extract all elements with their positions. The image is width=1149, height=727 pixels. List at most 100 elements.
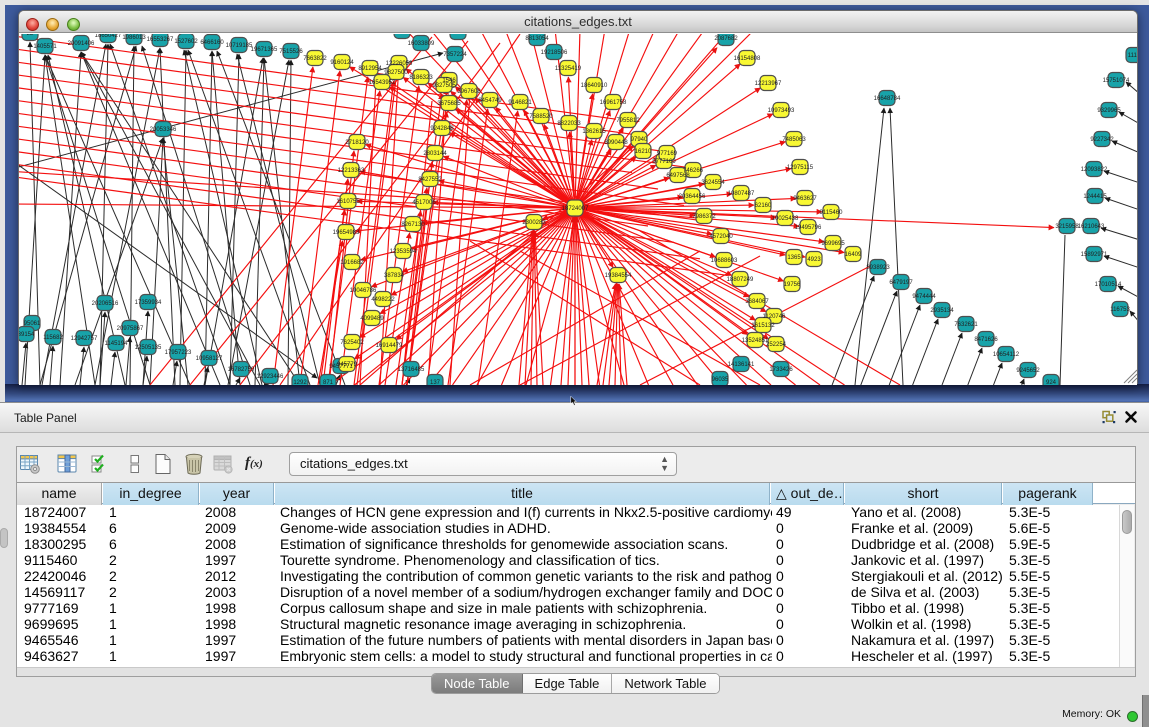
- svg-text:8990448: 8990448: [604, 140, 628, 146]
- svg-text:7955812: 7955812: [616, 118, 640, 124]
- svg-text:1986013: 1986013: [122, 35, 146, 41]
- svg-text:16782759: 16782759: [228, 367, 255, 373]
- svg-text:16154808: 16154808: [734, 56, 761, 62]
- svg-text:12923446: 12923446: [257, 374, 284, 380]
- svg-text:10025438: 10025438: [772, 216, 799, 222]
- svg-text:16553267: 16553267: [147, 37, 174, 43]
- svg-text:20053346: 20053346: [150, 127, 177, 133]
- svg-text:387834: 387834: [384, 273, 405, 279]
- svg-text:39154: 39154: [19, 332, 35, 338]
- svg-text:1120746: 1120746: [763, 314, 787, 320]
- svg-text:7588520: 7588520: [529, 114, 553, 120]
- svg-text:19671365: 19671365: [251, 47, 278, 53]
- svg-text:19756: 19756: [784, 282, 801, 288]
- svg-text:96035: 96035: [712, 377, 729, 383]
- svg-text:924: 924: [1046, 380, 1057, 385]
- svg-text:10688603: 10688603: [711, 258, 738, 264]
- svg-text:8471626: 8471626: [974, 337, 998, 343]
- svg-text:20206516: 20206516: [92, 301, 119, 307]
- svg-text:10973493: 10973493: [768, 108, 795, 114]
- svg-text:2718120: 2718120: [345, 140, 369, 146]
- svg-text:11325419: 11325419: [555, 66, 582, 72]
- svg-text:97940: 97940: [631, 137, 648, 143]
- svg-text:116753: 116753: [1110, 307, 1130, 313]
- svg-text:12213363: 12213363: [338, 168, 365, 174]
- svg-text:17010514: 17010514: [1095, 282, 1122, 288]
- svg-text:4923: 4923: [807, 257, 821, 263]
- svg-text:12505135: 12505135: [135, 345, 162, 351]
- svg-text:12942757: 12942757: [71, 336, 98, 342]
- svg-text:1610755: 1610755: [336, 199, 360, 205]
- svg-text:9227342: 9227342: [1090, 137, 1114, 143]
- svg-text:16210643: 16210643: [1078, 224, 1105, 230]
- svg-text:7485063: 7485063: [782, 137, 806, 143]
- svg-text:2803144: 2803144: [423, 151, 447, 157]
- svg-text:12975115: 12975115: [787, 165, 814, 171]
- svg-text:4498222: 4498222: [371, 297, 395, 303]
- svg-text:2935134: 2935134: [930, 308, 954, 314]
- svg-text:8454749: 8454749: [478, 98, 502, 104]
- svg-text:8822033: 8822033: [557, 121, 581, 127]
- svg-text:9463627: 9463627: [793, 196, 817, 202]
- svg-text:7515526: 7515526: [279, 49, 303, 55]
- svg-text:3215958: 3215958: [1055, 224, 1079, 230]
- svg-text:252254: 252254: [766, 342, 787, 348]
- svg-text:8427552: 8427552: [418, 177, 442, 183]
- svg-text:19384554: 19384554: [605, 273, 632, 279]
- svg-text:16409: 16409: [845, 252, 862, 258]
- svg-text:9474444: 9474444: [912, 294, 936, 300]
- svg-text:15892971: 15892971: [1081, 252, 1108, 258]
- svg-text:3684067: 3684067: [745, 299, 769, 305]
- svg-text:9327505: 9327505: [432, 83, 456, 89]
- svg-text:14136141: 14136141: [728, 362, 755, 368]
- svg-text:17359934: 17359934: [135, 300, 162, 306]
- svg-text:7357224: 7357224: [443, 52, 467, 58]
- svg-text:9699695: 9699695: [821, 241, 845, 247]
- svg-text:1405571: 1405571: [33, 44, 57, 50]
- svg-text:20975867: 20975867: [117, 326, 144, 332]
- svg-text:1527602: 1527602: [174, 39, 198, 45]
- svg-text:1916682: 1916682: [340, 260, 364, 266]
- svg-text:2087682: 2087682: [714, 36, 738, 42]
- svg-text:871: 871: [323, 380, 334, 385]
- svg-text:12213967: 12213967: [755, 81, 782, 87]
- svg-text:18724007: 18724007: [562, 206, 589, 212]
- svg-text:15751074: 15751074: [1103, 78, 1130, 84]
- svg-text:4099489: 4099489: [360, 316, 384, 322]
- svg-text:12226058: 12226058: [386, 61, 413, 67]
- svg-text:6466160: 6466160: [200, 40, 224, 46]
- svg-text:13524851: 13524851: [742, 338, 769, 344]
- svg-text:9115460: 9115460: [820, 210, 844, 216]
- svg-text:22: 22: [27, 34, 34, 37]
- svg-text:1244415: 1244415: [1083, 194, 1107, 200]
- svg-text:1615132: 1615132: [751, 323, 775, 329]
- svg-text:9146821: 9146821: [508, 100, 532, 106]
- svg-text:10046786: 10046786: [350, 288, 377, 294]
- svg-text:3675685: 3675685: [437, 101, 461, 107]
- svg-text:19495796: 19495796: [795, 225, 822, 231]
- svg-text:977169: 977169: [657, 151, 678, 157]
- svg-text:9329965: 9329965: [1097, 108, 1121, 114]
- svg-text:4517006: 4517006: [412, 200, 436, 206]
- svg-text:19218506: 19218506: [541, 50, 568, 56]
- svg-text:18640910: 18640910: [581, 83, 608, 89]
- svg-text:137: 137: [430, 380, 441, 385]
- svg-text:85637: 85637: [450, 34, 467, 36]
- svg-text:3624554: 3624554: [701, 180, 725, 186]
- svg-text:19654983: 19654983: [333, 230, 360, 236]
- svg-text:18650427: 18650427: [95, 34, 122, 39]
- svg-text:115682: 115682: [43, 335, 63, 341]
- svg-text:62160: 62160: [755, 203, 772, 209]
- svg-text:8813054: 8813054: [525, 36, 549, 42]
- svg-text:7625402: 7625402: [340, 340, 364, 346]
- svg-text:9827500: 9827500: [384, 70, 408, 76]
- svg-text:95061: 95061: [24, 321, 41, 327]
- svg-text:16543952: 16543952: [369, 80, 396, 86]
- svg-text:2300283: 2300283: [522, 220, 546, 226]
- svg-text:1603: 1603: [395, 34, 409, 35]
- svg-text:6497568: 6497568: [666, 173, 690, 179]
- svg-text:9160124: 9160124: [330, 60, 354, 66]
- svg-text:8912954: 8912954: [358, 66, 382, 72]
- svg-text:16914479: 16914479: [376, 343, 403, 349]
- svg-text:1145194: 1145194: [105, 341, 129, 347]
